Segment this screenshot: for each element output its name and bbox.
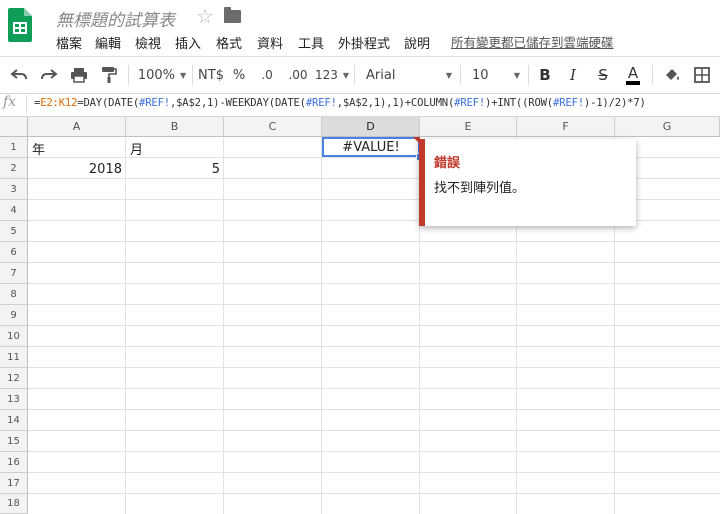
- font-family-value: Arial: [366, 67, 396, 83]
- text-color-button[interactable]: A: [622, 57, 644, 93]
- column-header-D[interactable]: D: [322, 117, 420, 137]
- font-size-select[interactable]: 10 ▼: [466, 57, 526, 93]
- row-header-15[interactable]: 15: [0, 431, 28, 452]
- cell-B1[interactable]: 月: [130, 139, 143, 158]
- sheets-logo-icon[interactable]: [8, 8, 32, 42]
- row-header-16[interactable]: 16: [0, 452, 28, 473]
- formula-part: ,$A$2,1)-WEEKDAY(DATE(: [169, 97, 306, 109]
- formula-part: #REF!: [305, 97, 337, 109]
- font-size-value: 10: [472, 67, 489, 83]
- row-header-8[interactable]: 8: [0, 284, 28, 305]
- column-header-G[interactable]: G: [615, 117, 720, 137]
- currency-format-button[interactable]: NT$: [196, 57, 226, 93]
- row-header-9[interactable]: 9: [0, 305, 28, 326]
- column-header-B[interactable]: B: [126, 117, 224, 137]
- select-all-corner[interactable]: [0, 117, 28, 137]
- row-header-17[interactable]: 17: [0, 473, 28, 494]
- cell-A1[interactable]: 年: [32, 139, 45, 158]
- toolbar: 100% ▼ NT$ % .0 .00 123 ▼ Arial ▼ 10 ▼ B I S…: [0, 56, 720, 94]
- row-header-7[interactable]: 7: [0, 263, 28, 284]
- menu-tools[interactable]: 工具: [298, 33, 324, 52]
- chevron-down-icon: ▼: [513, 70, 520, 80]
- formula-part: ,$A$2,1),1)+COLUMN(: [336, 97, 455, 109]
- chevron-down-icon: ▼: [445, 70, 452, 80]
- font-family-select[interactable]: Arial ▼: [360, 57, 458, 93]
- cell-A2[interactable]: 2018: [28, 160, 122, 179]
- more-formats-button[interactable]: 123 ▼: [314, 57, 350, 93]
- menu-view[interactable]: 檢視: [135, 33, 161, 52]
- menu-data[interactable]: 資料: [257, 33, 283, 52]
- error-title: 錯誤: [434, 156, 461, 171]
- row-header-3[interactable]: 3: [0, 179, 28, 200]
- paint-format-icon[interactable]: [96, 57, 122, 93]
- star-icon[interactable]: ☆: [196, 4, 214, 28]
- formula-bar: fx =E2:K12=DAY(DATE(#REF!,$A$2,1)-WEEKDA…: [0, 92, 720, 117]
- row-header-13[interactable]: 13: [0, 389, 28, 410]
- menu-addons[interactable]: 外掛程式: [338, 33, 390, 52]
- menu-help[interactable]: 說明: [404, 33, 430, 52]
- chevron-down-icon: ▼: [342, 70, 350, 80]
- column-header-F[interactable]: F: [517, 117, 615, 137]
- row-header-6[interactable]: 6: [0, 242, 28, 263]
- decrease-decimal-button[interactable]: .0: [254, 57, 280, 93]
- fill-color-icon[interactable]: [660, 57, 684, 93]
- cell-B2[interactable]: 5: [126, 160, 220, 179]
- formula-part: E2:K12: [40, 97, 78, 109]
- row-header-18[interactable]: 18: [0, 494, 28, 514]
- percent-format-button[interactable]: %: [228, 57, 250, 93]
- formula-part: #REF!: [139, 97, 170, 109]
- strikethrough-button[interactable]: S: [592, 57, 614, 93]
- cell-D1-active[interactable]: #VALUE!: [322, 137, 420, 157]
- row-header-12[interactable]: 12: [0, 368, 28, 389]
- borders-icon[interactable]: [690, 57, 714, 93]
- text-color-label: A: [625, 65, 641, 85]
- formula-part: =DAY(DATE(: [77, 97, 140, 109]
- row-header-1[interactable]: 1: [0, 137, 28, 158]
- document-title[interactable]: 無標題的試算表: [56, 6, 175, 31]
- folder-icon[interactable]: [224, 7, 241, 23]
- row-header-11[interactable]: 11: [0, 347, 28, 368]
- column-header-C[interactable]: C: [224, 117, 322, 137]
- bold-button[interactable]: B: [534, 57, 556, 93]
- row-header-14[interactable]: 14: [0, 410, 28, 431]
- chevron-down-icon: ▼: [180, 70, 187, 80]
- formula-part: )+INT((ROW(: [485, 97, 553, 109]
- zoom-value: 100%: [137, 67, 175, 83]
- save-status-link[interactable]: 所有變更都已儲存到雲端硬碟: [451, 32, 614, 51]
- fx-icon: fx: [3, 94, 17, 110]
- italic-button[interactable]: I: [562, 57, 584, 93]
- row-header-4[interactable]: 4: [0, 200, 28, 221]
- column-header-E[interactable]: E: [420, 117, 517, 137]
- undo-icon[interactable]: [6, 57, 32, 93]
- formula-part: #REF!: [454, 97, 486, 109]
- formula-part: )-1)/2)*7): [583, 97, 646, 109]
- menu-file[interactable]: 檔案: [56, 33, 82, 52]
- increase-decimal-button[interactable]: .00: [284, 57, 312, 93]
- print-icon[interactable]: [66, 57, 92, 93]
- error-tooltip: 錯誤 找不到陣列值。: [419, 139, 636, 226]
- error-message: 找不到陣列值。: [434, 181, 526, 196]
- redo-icon[interactable]: [36, 57, 62, 93]
- formula-input[interactable]: =E2:K12=DAY(DATE(#REF!,$A$2,1)-WEEKDAY(D…: [34, 97, 646, 109]
- menu-format[interactable]: 格式: [216, 33, 242, 52]
- row-header-5[interactable]: 5: [0, 221, 28, 242]
- menu-edit[interactable]: 編輯: [95, 33, 121, 52]
- more-formats-label: 123: [314, 68, 338, 82]
- row-header-2[interactable]: 2: [0, 158, 28, 179]
- formula-part: #REF!: [553, 97, 584, 109]
- row-header-10[interactable]: 10: [0, 326, 28, 347]
- column-header-A[interactable]: A: [28, 117, 126, 137]
- menu-insert[interactable]: 插入: [175, 33, 201, 52]
- zoom-select[interactable]: 100% ▼: [134, 57, 190, 93]
